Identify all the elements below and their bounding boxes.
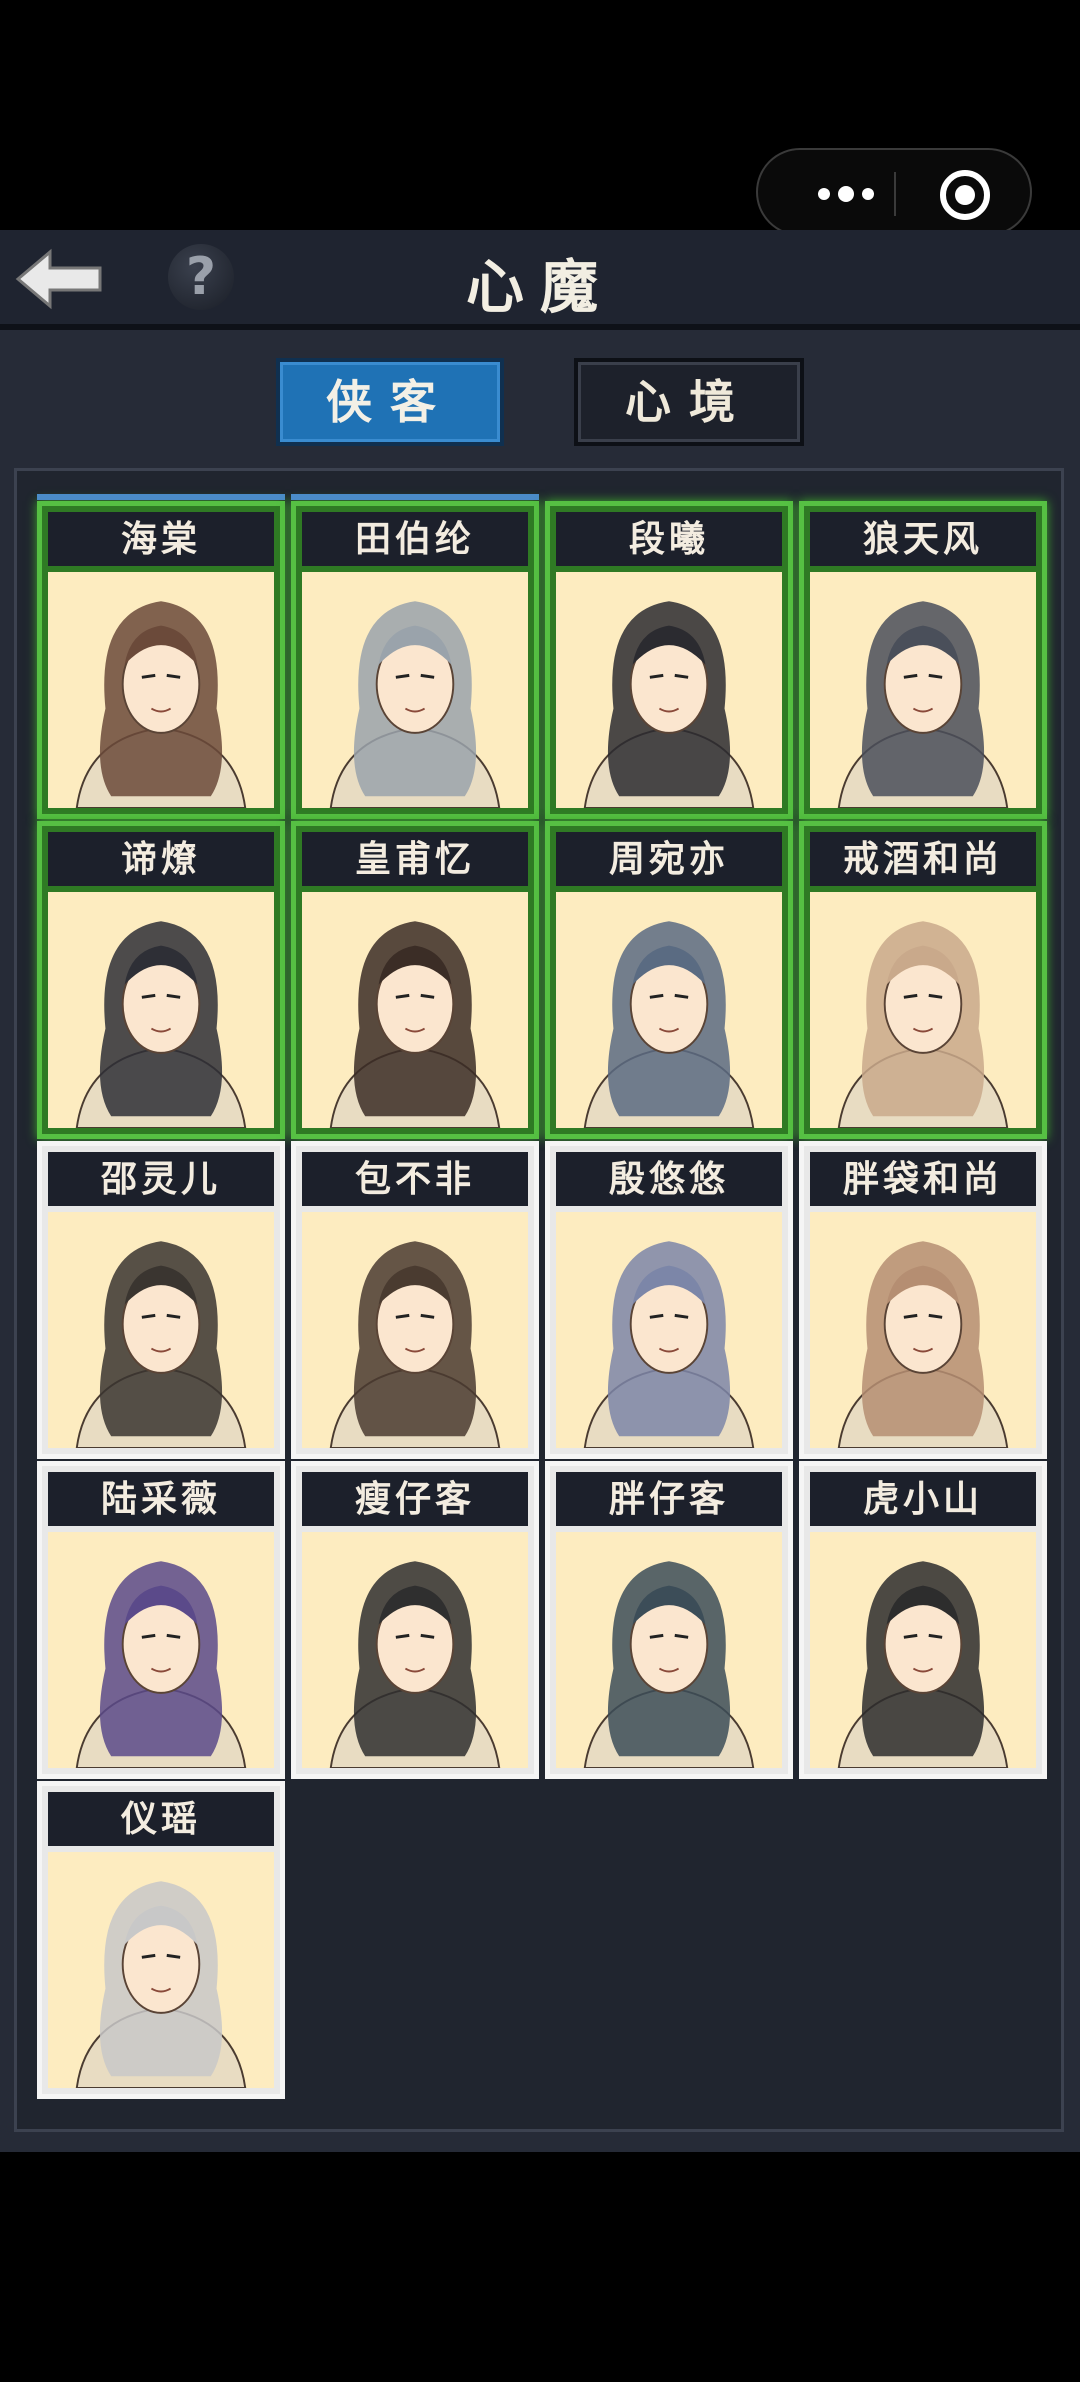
hero-portrait — [48, 1532, 274, 1768]
hero-portrait — [302, 892, 528, 1128]
hero-portrait — [48, 1212, 274, 1448]
hero-portrait — [556, 1212, 782, 1448]
hero-name: 谛燎 — [48, 832, 274, 886]
hero-card[interactable]: 谛燎 — [37, 821, 285, 1139]
hero-card[interactable]: 邵灵儿 — [37, 1141, 285, 1459]
hero-card[interactable]: 殷悠悠 — [545, 1141, 793, 1459]
hero-card[interactable]: 包不非 — [291, 1141, 539, 1459]
card-top-indicator — [37, 494, 285, 500]
hero-portrait — [556, 892, 782, 1128]
hero-portrait — [810, 1532, 1036, 1768]
page-title: 心魔 — [465, 253, 614, 321]
mini-program-capsule — [756, 148, 1032, 236]
hero-portrait — [48, 572, 274, 808]
hero-card[interactable]: 周宛亦 — [545, 821, 793, 1139]
hero-card[interactable]: 戒酒和尚 — [799, 821, 1047, 1139]
tab-xinjing[interactable]: 心境 — [574, 358, 804, 446]
bottom-area — [0, 2152, 1080, 2382]
hero-portrait — [810, 892, 1036, 1128]
hero-name: 海棠 — [48, 512, 274, 566]
hero-name: 虎小山 — [810, 1472, 1036, 1526]
main-content: 侠客 心境 海棠 田伯纶 段曦 狼天风谛燎 皇甫忆 周宛亦 戒酒和尚邵灵儿 包不非 殷悠悠 胖袋和… — [0, 330, 1080, 2152]
hero-portrait — [556, 572, 782, 808]
hero-portrait — [302, 1212, 528, 1448]
hero-card[interactable]: 胖仔客 — [545, 1461, 793, 1779]
hero-name: 仪瑶 — [48, 1792, 274, 1846]
hero-card[interactable]: 虎小山 — [799, 1461, 1047, 1779]
hero-grid: 海棠 田伯纶 段曦 狼天风谛燎 皇甫忆 周宛亦 戒酒和尚邵灵儿 包不非 殷悠悠 胖袋和尚陆采薇 瘦仔… — [14, 468, 1064, 2132]
hero-card[interactable]: 段曦 — [545, 501, 793, 819]
hero-name: 戒酒和尚 — [810, 832, 1036, 886]
hero-card[interactable]: 狼天风 — [799, 501, 1047, 819]
hero-name: 狼天风 — [810, 512, 1036, 566]
hero-card[interactable]: 瘦仔客 — [291, 1461, 539, 1779]
hero-card[interactable]: 田伯纶 — [291, 494, 539, 819]
hero-portrait — [302, 572, 528, 808]
hero-portrait — [302, 1532, 528, 1768]
hero-card[interactable]: 胖袋和尚 — [799, 1141, 1047, 1459]
hero-name: 陆采薇 — [48, 1472, 274, 1526]
card-top-indicator — [291, 494, 539, 500]
hero-name: 胖仔客 — [556, 1472, 782, 1526]
hero-portrait — [810, 1212, 1036, 1448]
hero-portrait — [556, 1532, 782, 1768]
hero-card[interactable]: 陆采薇 — [37, 1461, 285, 1779]
hero-name: 瘦仔客 — [302, 1472, 528, 1526]
capsule-divider — [894, 172, 896, 216]
target-circle-icon[interactable] — [940, 170, 990, 220]
hero-card[interactable]: 皇甫忆 — [291, 821, 539, 1139]
hero-card[interactable]: 海棠 — [37, 494, 285, 819]
tab-xiake[interactable]: 侠客 — [276, 358, 504, 446]
top-header: ? 心魔 — [0, 230, 1080, 330]
hero-name: 邵灵儿 — [48, 1152, 274, 1206]
hero-portrait — [48, 892, 274, 1128]
more-dots-icon[interactable] — [796, 170, 896, 218]
hero-name: 周宛亦 — [556, 832, 782, 886]
hero-name: 皇甫忆 — [302, 832, 528, 886]
status-bar-area — [0, 0, 1080, 236]
hero-name: 包不非 — [302, 1152, 528, 1206]
hero-portrait — [48, 1852, 274, 2088]
hero-card[interactable]: 仪瑶 — [37, 1781, 285, 2099]
hero-name: 殷悠悠 — [556, 1152, 782, 1206]
hero-name: 胖袋和尚 — [810, 1152, 1036, 1206]
hero-portrait — [810, 572, 1036, 808]
hero-name: 段曦 — [556, 512, 782, 566]
hero-name: 田伯纶 — [302, 512, 528, 566]
